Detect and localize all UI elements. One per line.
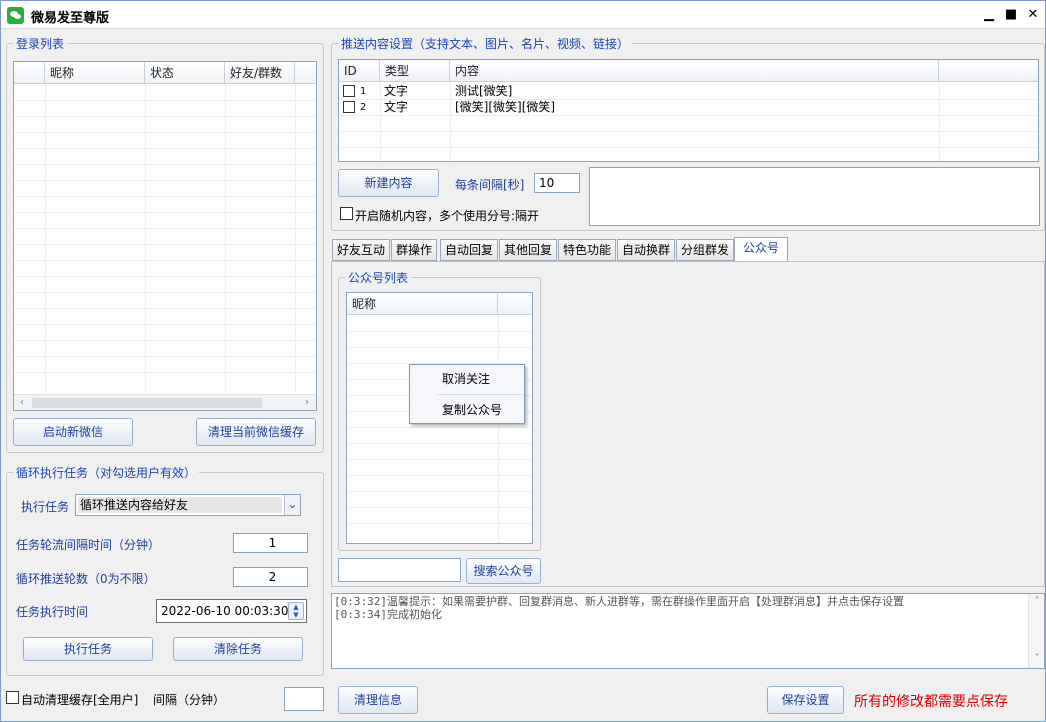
time-picker[interactable]: 2022-06-10 00:03:30 ▲ ▼ (156, 599, 307, 623)
row-type: 文字 (384, 84, 409, 98)
time-label: 任务执行时间 (16, 605, 89, 619)
interval-input[interactable]: 1 (233, 533, 308, 553)
menu-item-unfollow[interactable]: 取消关注 (410, 365, 524, 393)
wechat-icon (7, 7, 24, 24)
column-header-friends[interactable]: 好友/群数 (225, 62, 295, 84)
log-panel[interactable]: [0:3:32]温馨提示：如果需要护群、回复群消息、新人进群等，需在群操作里面开… (331, 593, 1045, 669)
log-line: [0:3:32]温馨提示：如果需要护群、回复群消息、新人进群等，需在群操作里面开… (334, 595, 904, 608)
tab-auto-reply[interactable]: 自动回复 (440, 239, 499, 261)
row-content: [微笑][微笑][微笑] (455, 100, 556, 114)
execute-task-button[interactable]: 执行任务 (23, 637, 153, 661)
column-header-type[interactable]: 类型 (380, 60, 450, 82)
scroll-right-icon[interactable]: › (300, 396, 314, 410)
rounds-label: 循环推送轮数（0为不限） (16, 572, 156, 586)
new-content-button[interactable]: 新建内容 (338, 169, 439, 197)
table-row[interactable]: 1 文字 测试[微笑] (339, 84, 1038, 99)
push-content-legend: 推送内容设置（支持文本、图片、名片、视频、链接） (341, 37, 630, 51)
official-search-input[interactable] (338, 558, 461, 582)
random-content-textarea[interactable] (589, 167, 1040, 226)
task-select[interactable]: 循环推送内容给好友 ⌄ (75, 494, 301, 516)
chevron-down-icon[interactable]: ⌄ (284, 495, 300, 515)
time-spin-icon[interactable]: ▲ ▼ (288, 602, 304, 620)
tab-group-ops[interactable]: 群操作 (391, 239, 438, 261)
close-button[interactable]: ✕ (1023, 5, 1043, 25)
random-content-label: 开启随机内容，多个使用分号:隔开 (355, 209, 540, 223)
row-checkbox[interactable] (343, 85, 355, 97)
row-id: 2 (360, 102, 367, 113)
interval-label: 任务轮流间隔时间（分钟） (16, 538, 161, 552)
tab-friend-interact[interactable]: 好友互动 (332, 239, 391, 261)
start-wechat-button[interactable]: 启动新微信 (13, 418, 133, 446)
rounds-input[interactable]: 2 (233, 567, 308, 587)
login-list-header: 昵称 状态 好友/群数 (14, 62, 316, 84)
window-title: 微易发至尊版 (31, 11, 110, 26)
task-select-value: 循环推送内容给好友 (78, 497, 282, 513)
tab-other-reply[interactable]: 其他回复 (499, 239, 558, 261)
menu-divider (438, 394, 522, 395)
login-list-legend: 登录列表 (16, 37, 65, 51)
scroll-left-icon[interactable]: ‹ (15, 396, 29, 410)
maximize-button[interactable]: ■ (1001, 5, 1021, 25)
row-content: 测试[微笑] (455, 84, 513, 98)
save-settings-button[interactable]: 保存设置 (767, 686, 844, 714)
random-content-checkbox[interactable] (340, 207, 353, 220)
push-content-table[interactable]: ID 类型 内容 1 文字 测试[微笑] 2 文字 [微笑][微笑][微笑] (338, 59, 1039, 162)
login-list-hscrollbar[interactable]: ‹ › (14, 394, 316, 410)
auto-clean-interval-label: 间隔（分钟） (153, 693, 226, 707)
save-reminder-text: 所有的修改都需要点保存 (854, 694, 1008, 710)
main-window: 微易发至尊版 ▁ ■ ✕ 登录列表 昵称 状态 好友/群数 ‹ › 启动新微信 … (0, 0, 1046, 722)
row-type: 文字 (384, 100, 409, 114)
row-checkbox[interactable] (343, 101, 355, 113)
search-official-button[interactable]: 搜索公众号 (466, 558, 541, 584)
official-list-legend: 公众号列表 (348, 271, 409, 285)
clear-cache-button[interactable]: 清理当前微信缓存 (196, 418, 316, 446)
log-line: [0:3:34]完成初始化 (334, 608, 442, 621)
tab-auto-switch-group[interactable]: 自动换群 (617, 239, 676, 261)
column-header-nickname[interactable]: 昵称 (45, 62, 145, 84)
column-header-official-nickname[interactable]: 昵称 (347, 293, 498, 315)
context-menu: 取消关注 复制公众号 (409, 364, 525, 424)
auto-clean-label: 自动清理缓存[全用户] (21, 693, 139, 707)
log-vscrollbar[interactable]: ˄ ˅ (1028, 594, 1044, 668)
table-row[interactable]: 2 文字 [微笑][微笑][微笑] (339, 100, 1038, 115)
title-bar: 微易发至尊版 ▁ ■ ✕ (1, 1, 1045, 29)
column-header-status[interactable]: 状态 (145, 62, 225, 84)
push-interval-label: 每条间隔[秒] (455, 178, 525, 192)
auto-clean-interval-input[interactable] (284, 687, 324, 711)
clear-task-button[interactable]: 清除任务 (173, 637, 303, 661)
push-interval-input[interactable]: 10 (534, 173, 580, 193)
login-list-table[interactable]: 昵称 状态 好友/群数 ‹ › (13, 61, 317, 411)
auto-clean-checkbox[interactable] (6, 691, 19, 704)
push-content-header: ID 类型 内容 (339, 60, 1038, 82)
menu-item-copy-official[interactable]: 复制公众号 (410, 396, 524, 424)
column-header-content[interactable]: 内容 (450, 60, 939, 82)
tab-features[interactable]: 特色功能 (558, 239, 617, 261)
hscroll-thumb[interactable] (32, 398, 262, 408)
scroll-down-icon[interactable]: ˅ (1030, 652, 1044, 666)
column-header-check[interactable] (14, 62, 45, 84)
official-list-header: 昵称 (347, 293, 532, 315)
tab-group-broadcast[interactable]: 分组群发 (676, 239, 735, 261)
row-id: 1 (360, 86, 367, 97)
time-picker-value: 2022-06-10 00:03:30 (161, 604, 289, 618)
minimize-button[interactable]: ▁ (979, 5, 999, 25)
clear-info-button[interactable]: 清理信息 (338, 686, 418, 714)
task-label: 执行任务 (21, 500, 70, 514)
loop-task-legend: 循环执行任务（对勾选用户有效） (16, 466, 197, 480)
tab-official-accounts[interactable]: 公众号 (734, 237, 789, 262)
scroll-up-icon[interactable]: ˄ (1030, 595, 1044, 609)
column-header-id[interactable]: ID (339, 60, 380, 82)
